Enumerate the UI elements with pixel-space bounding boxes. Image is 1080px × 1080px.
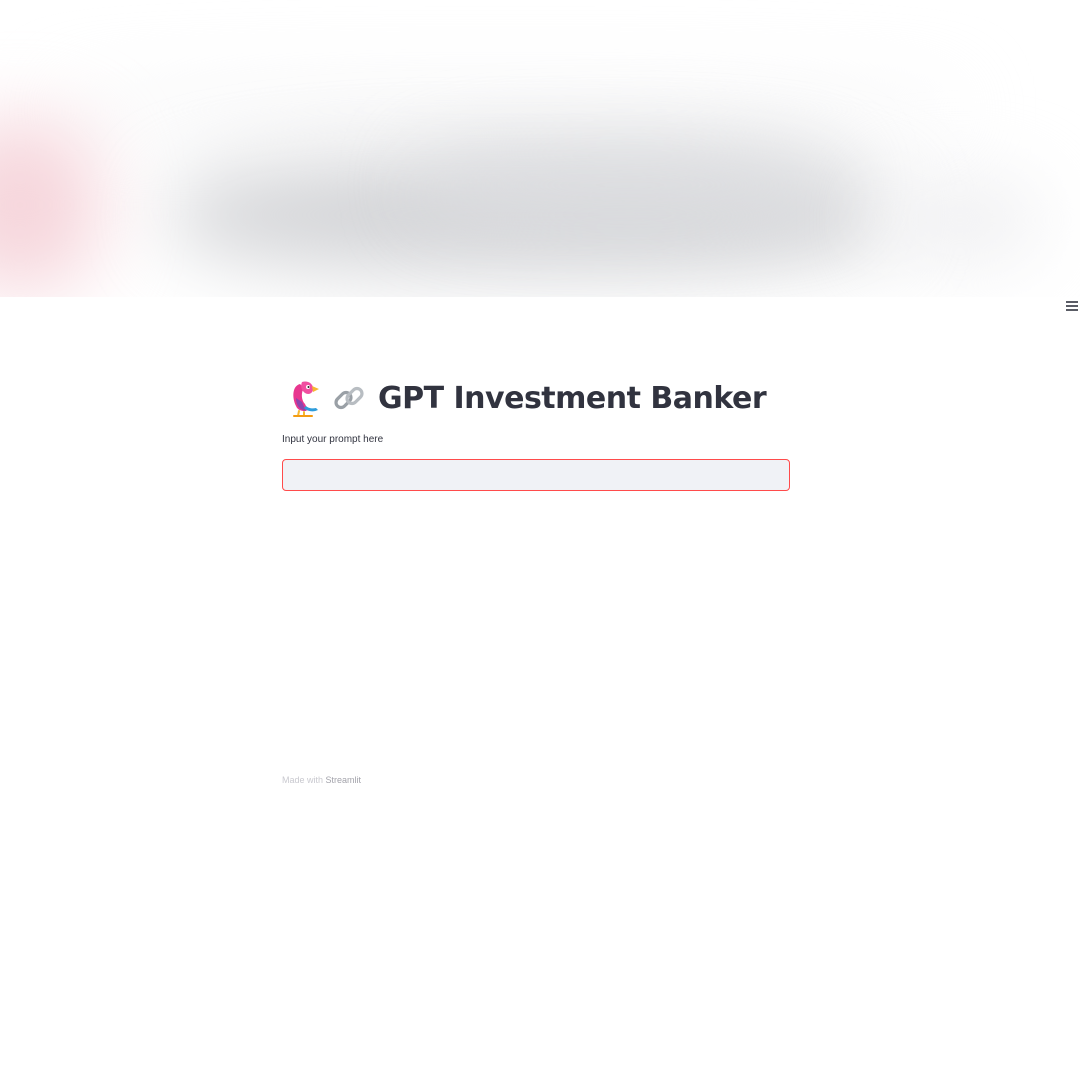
footer-prefix: Made with [282, 775, 324, 785]
prompt-input[interactable] [282, 459, 790, 491]
hamburger-menu-icon[interactable] [1066, 299, 1078, 311]
page-header: GPT Investment Banker [282, 370, 790, 426]
app-page: GPT Investment Banker Input your prompt … [0, 0, 1080, 1080]
blurred-header-banner [0, 0, 1080, 297]
page-title: GPT Investment Banker [378, 380, 767, 416]
prompt-input-label: Input your prompt here [282, 434, 384, 445]
footer: Made with Streamlit [282, 775, 361, 785]
link-icon [334, 386, 364, 410]
streamlit-link[interactable]: Streamlit [326, 775, 362, 785]
main-content: GPT Investment Banker Input your prompt … [282, 370, 790, 491]
parrot-icon [293, 381, 319, 417]
